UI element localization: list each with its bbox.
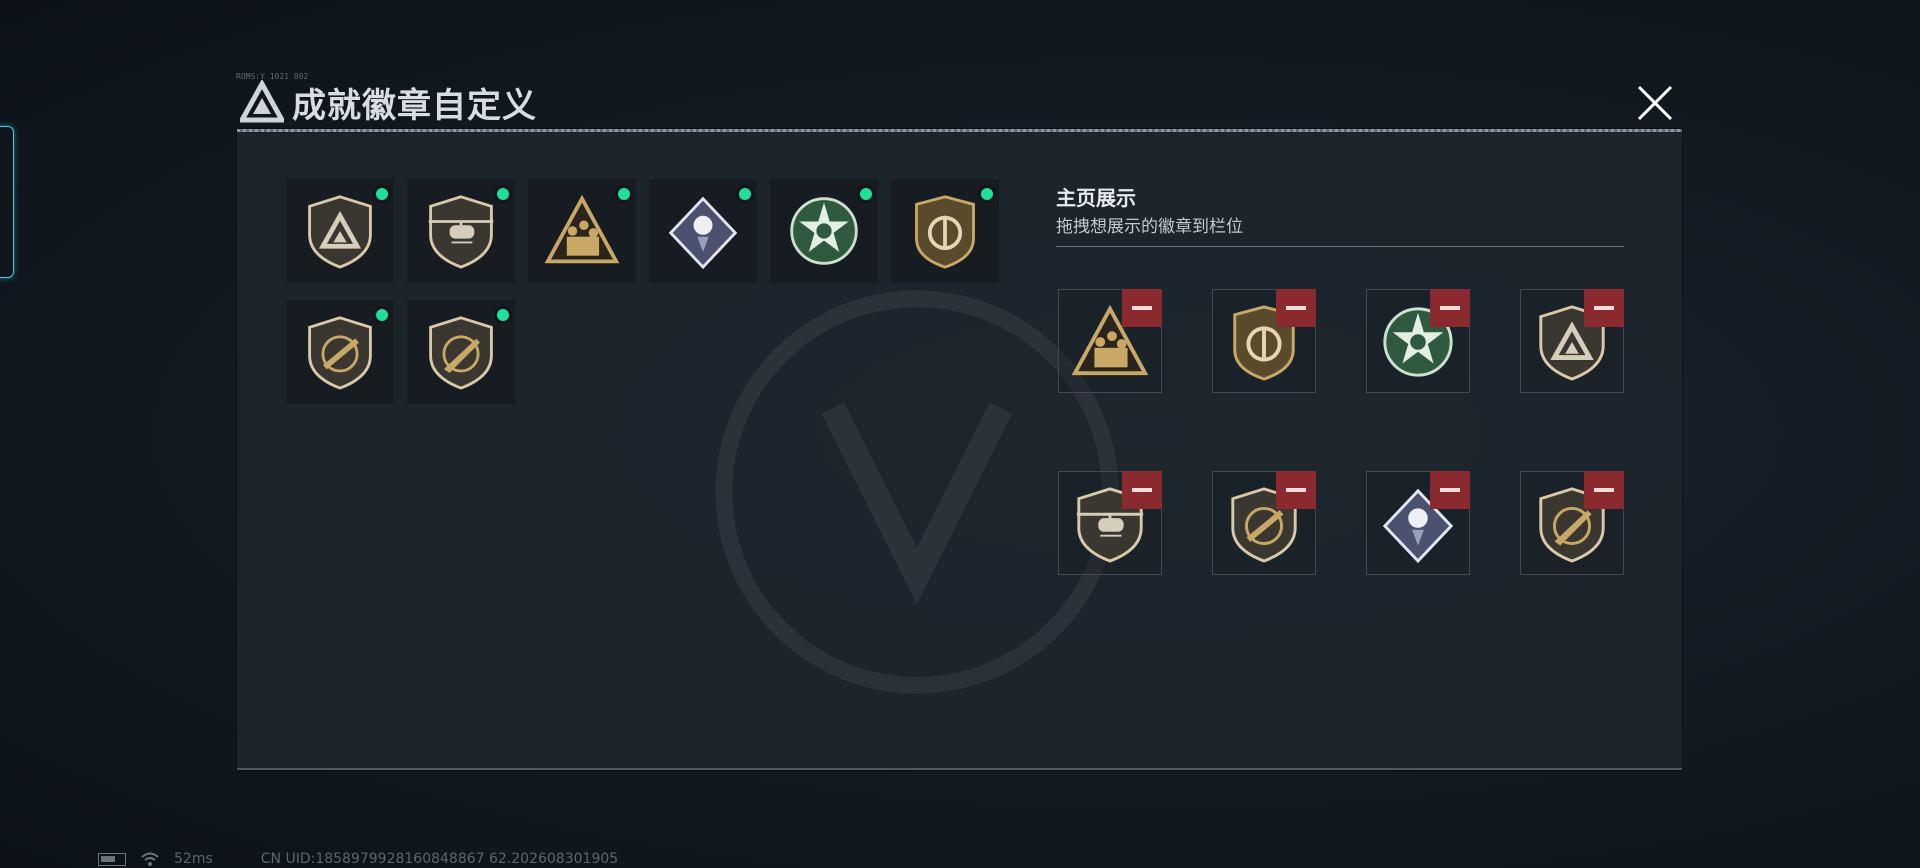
soldiers-triangle-icon: [544, 194, 620, 264]
minus-icon: [1286, 306, 1306, 310]
uid-text: CN UID:1858979928160848867 62.2026083019…: [260, 851, 619, 867]
remove-badge-button[interactable]: [1276, 471, 1316, 509]
close-icon: [1637, 85, 1673, 121]
shield-triangle-icon: [308, 195, 372, 269]
inventory-badge-slot[interactable]: [528, 179, 636, 283]
remove-badge-button[interactable]: [1122, 289, 1162, 327]
remove-badge-button[interactable]: [1122, 471, 1162, 509]
owned-indicator-dot: [373, 306, 391, 324]
helicopter-shield-icon: [428, 195, 494, 269]
minus-icon: [1594, 306, 1614, 310]
dialog-header: ROMS:Y 1021 002 成就徽章自定义: [236, 72, 1686, 130]
minus-icon: [1440, 488, 1460, 492]
remove-badge-button[interactable]: [1430, 289, 1470, 327]
green-star-emblem-icon: [790, 197, 858, 265]
display-badge-slot[interactable]: [1366, 471, 1470, 575]
owned-indicator-dot: [494, 306, 512, 324]
display-section-title: 主页展示: [1056, 186, 1136, 210]
display-badge-slot[interactable]: [1520, 289, 1624, 393]
owned-indicator-dot: [615, 185, 633, 203]
inventory-badge-slot[interactable]: [407, 300, 515, 404]
remove-badge-button[interactable]: [1584, 471, 1624, 509]
owned-indicator-dot: [978, 185, 996, 203]
split-crest-icon: [915, 195, 975, 269]
close-button[interactable]: [1626, 80, 1684, 126]
side-tab[interactable]: [0, 126, 14, 278]
display-badge-slot[interactable]: [1212, 471, 1316, 575]
display-badge-slot[interactable]: [1212, 289, 1316, 393]
display-badge-slot[interactable]: [1520, 471, 1624, 575]
inventory-badge-slot[interactable]: [286, 179, 394, 283]
owned-indicator-dot: [494, 185, 512, 203]
knife-shield-icon: [429, 316, 493, 390]
display-section-subtitle: 拖拽想展示的徽章到栏位: [1056, 217, 1243, 237]
dialog-panel: 主页展示 拖拽想展示的徽章到栏位: [237, 129, 1682, 770]
remove-badge-button[interactable]: [1584, 289, 1624, 327]
ping-text: 52ms: [174, 851, 213, 867]
owned-indicator-dot: [373, 185, 391, 203]
owned-indicator-dot: [736, 185, 754, 203]
minus-icon: [1132, 488, 1152, 492]
wifi-icon: [141, 852, 159, 866]
inventory-badge-slot[interactable]: [407, 179, 515, 283]
remove-badge-button[interactable]: [1276, 289, 1316, 327]
remove-badge-button[interactable]: [1430, 471, 1470, 509]
minus-icon: [1286, 488, 1306, 492]
minus-icon: [1594, 488, 1614, 492]
display-badge-slot[interactable]: [1058, 471, 1162, 575]
display-badge-slot[interactable]: [1058, 289, 1162, 393]
status-bar: 52ms CN UID:1858979928160848867 62.20260…: [98, 851, 618, 867]
battery-icon: [98, 852, 126, 866]
minus-icon: [1132, 306, 1152, 310]
rifle-shield-icon: [308, 316, 372, 390]
inventory-badge-slot[interactable]: [891, 179, 999, 283]
display-badge-slot[interactable]: [1366, 289, 1470, 393]
owned-indicator-dot: [857, 185, 875, 203]
panel-top-border: [237, 129, 1682, 132]
display-divider: [1056, 246, 1624, 247]
minus-icon: [1440, 306, 1460, 310]
inventory-badge-slot[interactable]: [770, 179, 878, 283]
triangle-logo-icon: [240, 80, 284, 123]
dialog-title: 成就徽章自定义: [292, 86, 537, 126]
rose-diamond-icon: [668, 196, 738, 270]
inventory-badge-slot[interactable]: [286, 300, 394, 404]
inventory-badge-slot[interactable]: [649, 179, 757, 283]
